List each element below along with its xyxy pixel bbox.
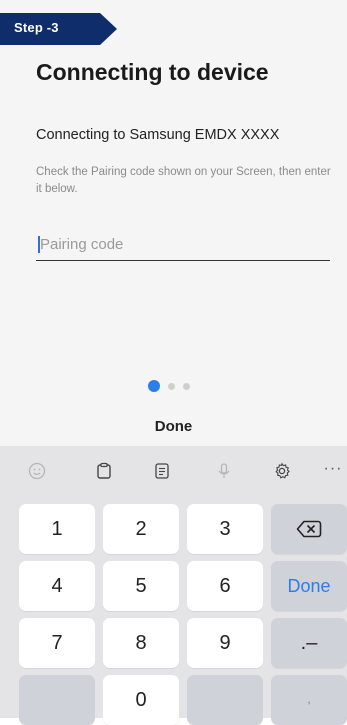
clipboard-icon[interactable] [92,459,116,483]
key-5[interactable]: 5 [103,561,179,611]
pairing-screen: Step -3 Connecting to device Connecting … [0,0,347,725]
pairing-code-placeholder: Pairing code [40,236,124,253]
key-4[interactable]: 4 [19,561,95,611]
page-dot [183,382,190,390]
step-banner: Step -3 [0,13,117,45]
page-dot-active [148,380,160,392]
page-indicator [148,379,190,393]
key-1[interactable]: 1 [19,504,95,554]
text-editor-icon[interactable] [150,459,174,483]
numeric-keyboard: ··· 1 2 3 4 5 6 Done 7 8 9 .– 0 , [0,446,347,725]
keyboard-toolbar: ··· [0,446,347,496]
dot-dash-key[interactable]: .– [271,618,347,668]
backspace-icon [296,520,322,538]
keyboard-done-key[interactable]: Done [271,561,347,611]
page-dot [168,382,175,390]
key-8[interactable]: 8 [103,618,179,668]
pairing-code-input[interactable]: Pairing code [36,232,330,261]
done-button[interactable]: Done [0,418,347,435]
key-6[interactable]: 6 [187,561,263,611]
key-9[interactable]: 9 [187,618,263,668]
step-label: Step -3 [14,20,59,35]
backspace-key[interactable] [271,504,347,554]
microphone-icon[interactable] [212,459,236,483]
key-7[interactable]: 7 [19,618,95,668]
more-icon[interactable]: ··· [322,460,344,480]
page-title: Connecting to device [36,59,269,85]
connecting-subtitle: Connecting to Samsung EMDX XXXX [36,127,280,143]
pairing-help-text: Check the Pairing code shown on your Scr… [36,166,331,195]
emoji-icon[interactable] [25,459,49,483]
settings-icon[interactable] [270,459,294,483]
key-2[interactable]: 2 [103,504,179,554]
key-3[interactable]: 3 [187,504,263,554]
